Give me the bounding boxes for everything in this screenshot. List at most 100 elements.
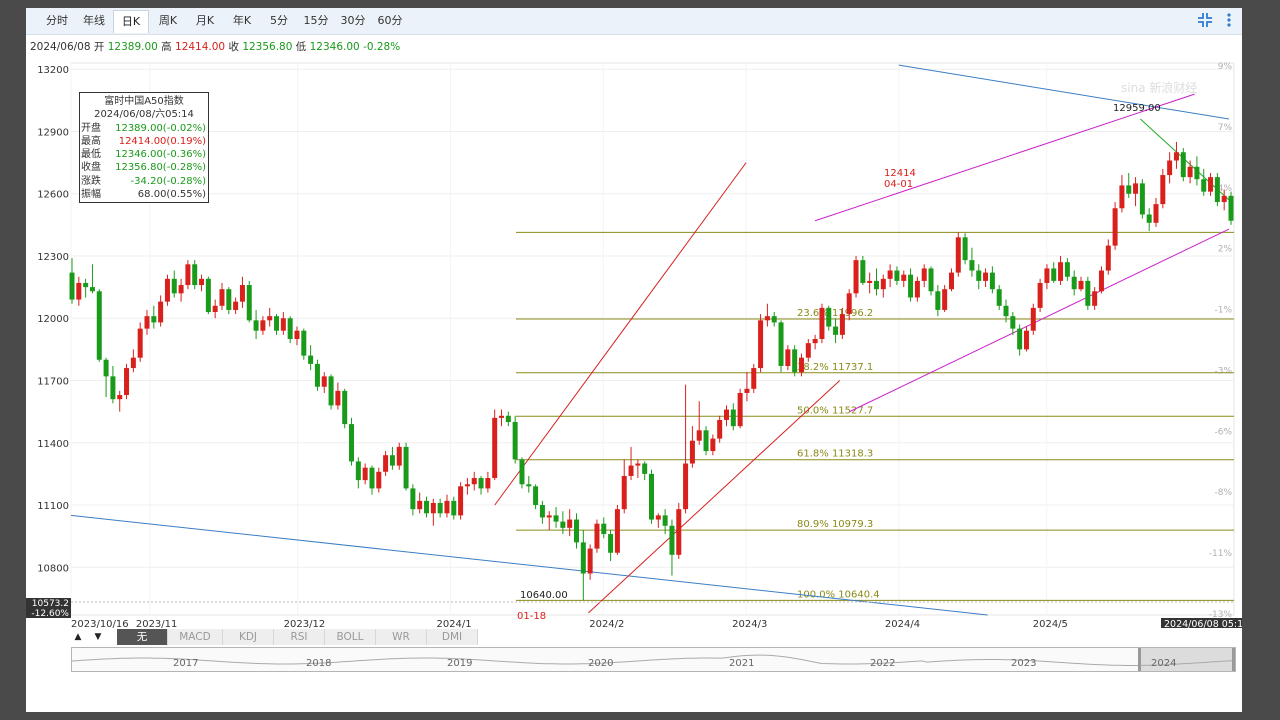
pct-tick-label: -11% xyxy=(1209,549,1233,559)
candle xyxy=(444,494,450,518)
candle xyxy=(492,409,498,481)
candle-body xyxy=(369,467,375,489)
candle-body xyxy=(274,316,280,331)
y-tick-label: 10800 xyxy=(37,563,69,574)
navigator-left-handle[interactable] xyxy=(1138,648,1141,671)
candle-body xyxy=(1194,166,1200,180)
last-date-label: 2024/06/08 05:14 xyxy=(1164,619,1242,628)
candle xyxy=(76,276,82,306)
candle-body xyxy=(253,320,259,331)
y-tick-label: 11100 xyxy=(37,501,69,512)
tooltip-title: 富时中国A50指数 xyxy=(104,96,184,107)
candle-body xyxy=(192,264,198,286)
tooltip-row-change: 涨跌 -34.20(-0.28%) xyxy=(80,175,208,188)
candle-body xyxy=(219,289,225,306)
tooltip-label: 涨跌 xyxy=(81,175,101,187)
candle xyxy=(1173,141,1179,169)
candle-body xyxy=(280,318,286,331)
candle xyxy=(996,285,1002,310)
candle xyxy=(349,417,355,466)
candle xyxy=(451,496,457,520)
fib-level-label: 80.9% 10979.3 xyxy=(797,519,873,530)
candle xyxy=(935,285,941,317)
candle xyxy=(546,511,552,530)
tooltip-label: 收盘 xyxy=(81,162,101,174)
annotation-label: 12959.00 xyxy=(1113,103,1161,114)
candle-body xyxy=(239,285,245,302)
candle xyxy=(151,305,157,329)
candle-body xyxy=(424,500,430,514)
fib-level-label: 38.2% 11737.1 xyxy=(797,362,873,373)
candle-body xyxy=(103,359,109,377)
candle-body xyxy=(410,488,416,510)
candle xyxy=(117,390,123,412)
candle-body xyxy=(826,307,832,327)
candle xyxy=(908,268,914,302)
candle xyxy=(873,268,879,296)
candle xyxy=(764,303,770,327)
candle-body xyxy=(805,343,811,358)
candle-body xyxy=(608,534,614,553)
candle-body xyxy=(983,272,989,281)
candle xyxy=(689,426,695,468)
candle-body xyxy=(451,500,457,516)
candle-body xyxy=(110,376,116,400)
candle-body xyxy=(649,473,654,520)
indicator-wr[interactable]: WR xyxy=(376,629,427,645)
indicator-macd[interactable]: MACD xyxy=(168,629,223,645)
candle-body xyxy=(880,278,886,290)
candle xyxy=(505,411,511,427)
candle-body xyxy=(1071,276,1077,290)
candle xyxy=(962,233,968,265)
x-tick-label: 2023/12 xyxy=(284,619,326,628)
candle-body xyxy=(580,542,586,574)
arrow-down-icon[interactable]: ▼ xyxy=(90,628,106,646)
candle-body xyxy=(89,287,95,292)
candle-body xyxy=(478,478,484,489)
tooltip-value: -34.20(-0.28%) xyxy=(130,175,206,187)
y-tick-label: 11700 xyxy=(37,377,69,388)
indicator-dmi[interactable]: DMI xyxy=(427,629,478,645)
indicator-boll[interactable]: BOLL xyxy=(325,629,376,645)
indicator-kdj[interactable]: KDJ xyxy=(223,629,274,645)
candle-body xyxy=(621,475,627,510)
candle xyxy=(730,403,736,431)
pct-tick-label: 2% xyxy=(1218,245,1233,255)
indicator-none[interactable]: 无 xyxy=(117,629,168,645)
candle-body xyxy=(560,521,566,528)
candle-body xyxy=(996,289,1002,306)
navigator-year-label: 2024 xyxy=(1151,658,1177,669)
candle xyxy=(1044,264,1050,290)
candle-body xyxy=(539,505,545,518)
candle-body xyxy=(587,548,593,574)
candle-body xyxy=(185,264,191,286)
candle-body xyxy=(696,430,702,441)
candle xyxy=(587,544,593,580)
candle-body xyxy=(962,237,968,261)
candle-body xyxy=(335,390,341,406)
candle-body xyxy=(935,291,941,310)
candle-body xyxy=(846,293,852,315)
candle-body xyxy=(164,278,170,302)
range-navigator[interactable]: 2017 2018 2019 2020 2021 2022 2023 2024 xyxy=(71,647,1236,672)
candle xyxy=(96,289,102,362)
candle-body xyxy=(730,409,736,427)
candle xyxy=(185,260,191,290)
candle-body xyxy=(1173,152,1179,161)
candle xyxy=(89,264,95,294)
candle-body xyxy=(1187,166,1193,178)
candle xyxy=(301,328,307,360)
candle xyxy=(219,282,225,310)
indicator-rsi[interactable]: RSI xyxy=(274,629,325,645)
candle-body xyxy=(642,463,648,474)
candle-body xyxy=(505,415,511,423)
candle-body xyxy=(233,301,239,310)
candle-body xyxy=(1160,175,1166,205)
candle-body xyxy=(1167,160,1173,176)
arrow-up-icon[interactable]: ▲ xyxy=(70,628,86,646)
candle xyxy=(308,345,314,371)
candle-body xyxy=(1133,183,1139,194)
navigator-right-handle[interactable] xyxy=(1232,648,1235,671)
candle xyxy=(1180,148,1186,182)
candle-body xyxy=(1221,195,1227,203)
